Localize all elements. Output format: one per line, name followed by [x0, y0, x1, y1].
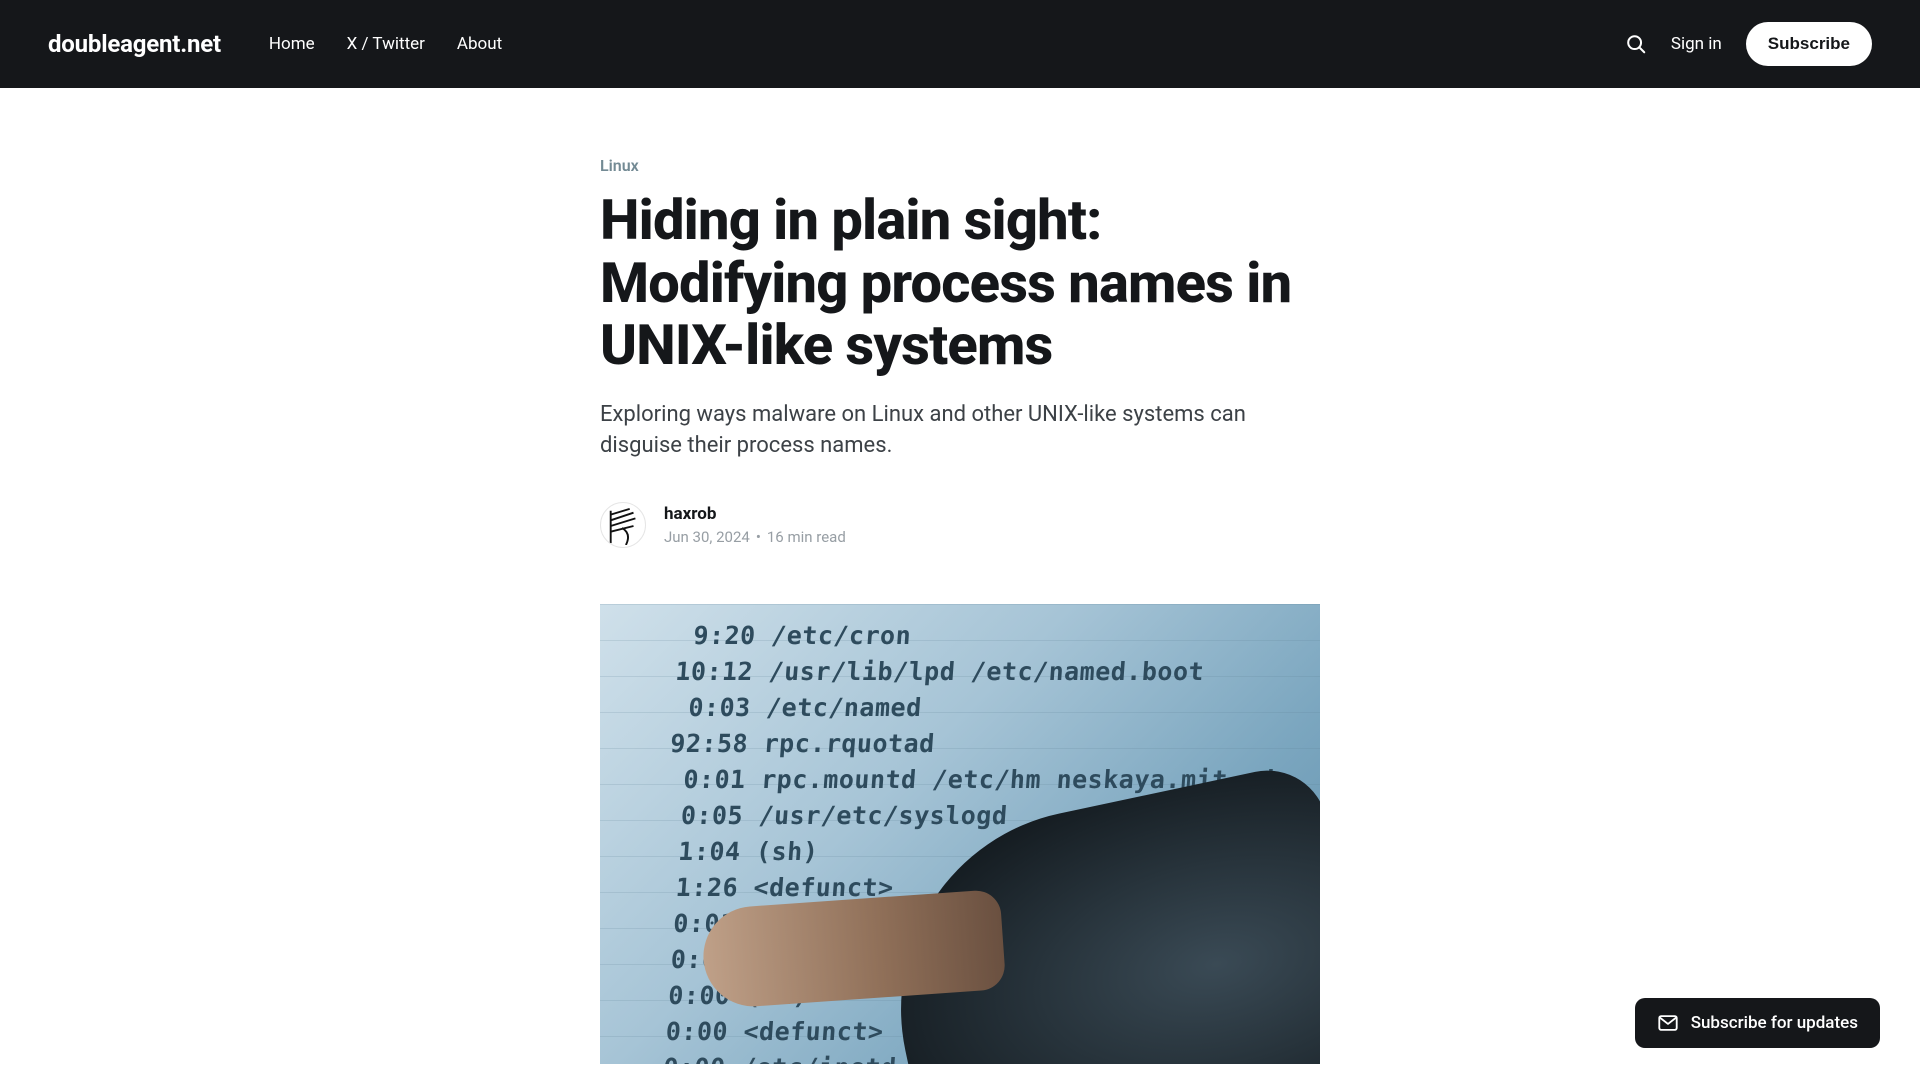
mail-icon: [1657, 1012, 1679, 1034]
post-read-time: 16 min read: [767, 528, 846, 546]
nav-home[interactable]: Home: [269, 34, 315, 54]
hero-figure: 9:20 /etc/cron 10:12 /usr/lib/lpd /etc/n…: [600, 604, 1320, 1064]
main-nav: Home X / Twitter About: [269, 34, 502, 54]
site-title[interactable]: doubleagent.net: [48, 30, 221, 58]
post-meta: Jun 30, 2024 • 16 min read: [664, 528, 846, 546]
author-avatar[interactable]: [600, 502, 646, 548]
avatar-icon: [605, 507, 643, 545]
post-date: Jun 30, 2024: [664, 528, 750, 546]
search-icon: [1625, 33, 1647, 55]
byline: haxrob Jun 30, 2024 • 16 min read: [600, 502, 1320, 548]
hero-image: 9:20 /etc/cron 10:12 /usr/lib/lpd /etc/n…: [600, 604, 1320, 1064]
post-excerpt: Exploring ways malware on Linux and othe…: [600, 399, 1320, 461]
subscribe-button[interactable]: Subscribe: [1746, 22, 1872, 66]
byline-text: haxrob Jun 30, 2024 • 16 min read: [664, 504, 846, 546]
floating-subscribe-label: Subscribe for updates: [1691, 1013, 1858, 1033]
post-title: Hiding in plain sight: Modifying process…: [600, 189, 1320, 377]
article: Linux Hiding in plain sight: Modifying p…: [600, 156, 1320, 548]
post-tag[interactable]: Linux: [600, 156, 639, 175]
signin-link[interactable]: Sign in: [1671, 34, 1722, 54]
nav-twitter[interactable]: X / Twitter: [347, 34, 425, 54]
meta-separator: •: [756, 528, 761, 546]
nav-about[interactable]: About: [457, 34, 502, 54]
author-name[interactable]: haxrob: [664, 504, 716, 524]
header-right: Sign in Subscribe: [1625, 22, 1872, 66]
header-left: doubleagent.net Home X / Twitter About: [48, 30, 502, 58]
site-header: doubleagent.net Home X / Twitter About S…: [0, 0, 1920, 88]
search-button[interactable]: [1625, 33, 1647, 55]
floating-subscribe-button[interactable]: Subscribe for updates: [1635, 998, 1880, 1048]
